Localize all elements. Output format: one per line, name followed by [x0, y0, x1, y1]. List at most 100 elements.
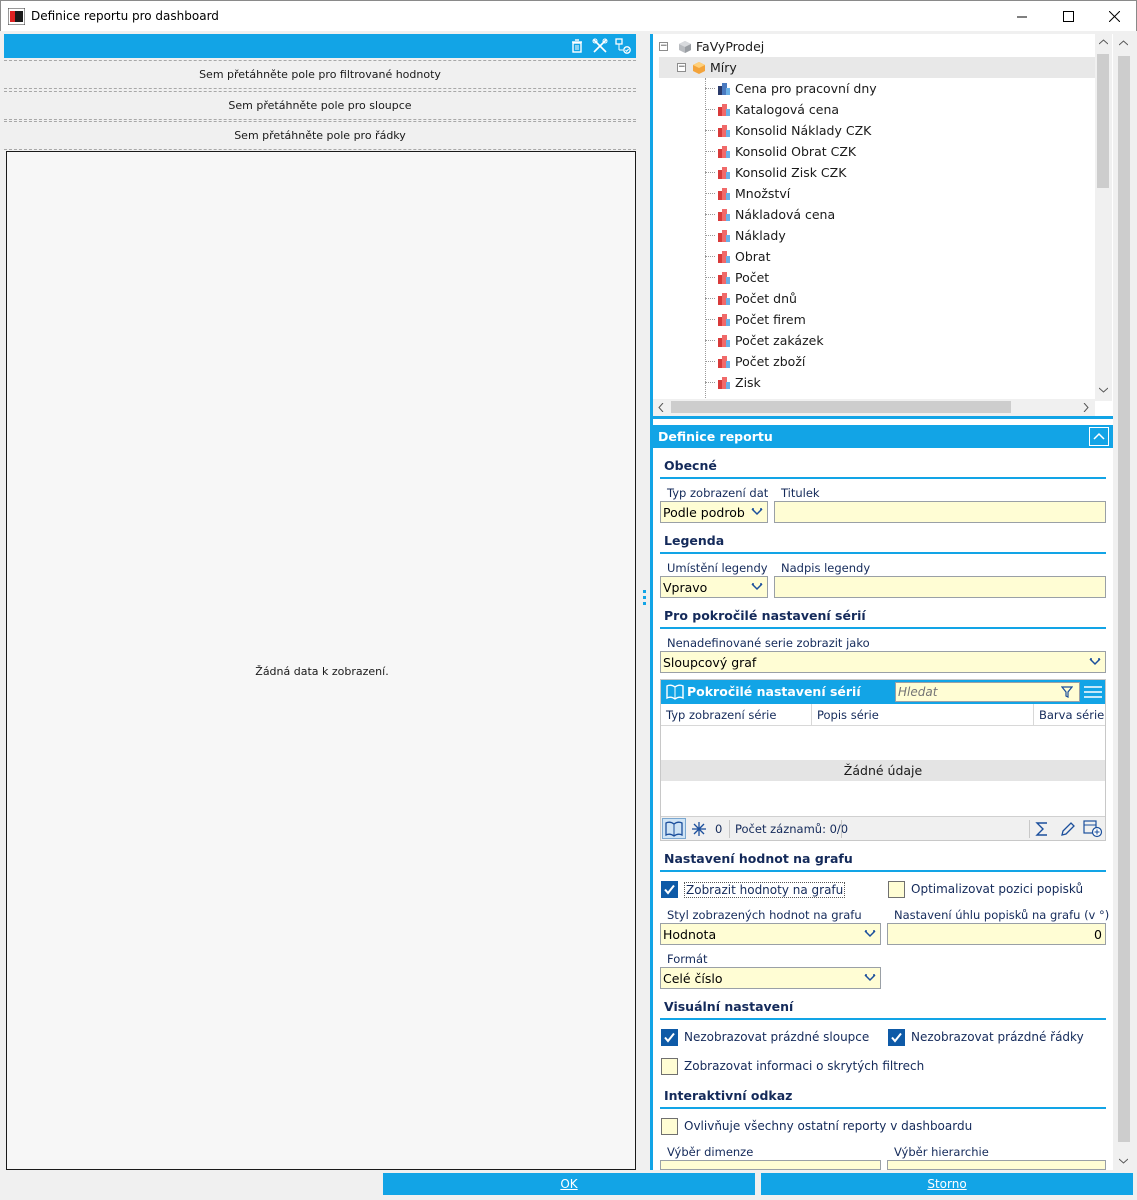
- tree-item-label: Cena pro pracovní dny: [735, 81, 877, 96]
- collapse-icon[interactable]: −: [677, 63, 686, 72]
- dropdown-icon: [864, 930, 876, 938]
- format-select[interactable]: Celé číslo: [660, 967, 881, 989]
- tree-hscroll-thumb[interactable]: [671, 401, 1011, 413]
- empty-message: Žádná data k zobrazení.: [255, 665, 389, 678]
- legend-caption-label: Nadpis legendy: [781, 561, 871, 575]
- menu-icon[interactable]: [1083, 684, 1103, 700]
- tree-root[interactable]: − FaVyProdej: [659, 36, 1099, 57]
- show-hidden-filters-label[interactable]: Zobrazovat informaci o skrytých filtrech: [684, 1059, 924, 1073]
- report-scroll-thumb[interactable]: [1118, 56, 1130, 1142]
- tree-item-label: Zisk: [735, 375, 761, 390]
- collapse-icon[interactable]: −: [659, 42, 668, 51]
- filter-icon[interactable]: [1061, 686, 1073, 698]
- series-grid-footer: 0 Počet záznamů: 0/0: [661, 816, 1105, 840]
- measure-icon: [718, 313, 730, 326]
- show-values-label[interactable]: Zobrazit hodnoty na grafu: [684, 882, 846, 898]
- hierarchy-select[interactable]: [887, 1160, 1106, 1170]
- minimize-button[interactable]: [999, 1, 1045, 32]
- show-hidden-filters-checkbox[interactable]: [661, 1058, 678, 1075]
- add-record-icon[interactable]: [1083, 820, 1103, 838]
- close-button[interactable]: [1091, 1, 1137, 32]
- scroll-down-icon[interactable]: [1119, 1158, 1128, 1164]
- display-type-select[interactable]: Podle podrob: [660, 501, 768, 523]
- optimize-labels-label[interactable]: Optimalizovat pozici popisků: [911, 882, 1083, 896]
- section-series-title: Pro pokročilé nastavení sérií: [664, 608, 866, 623]
- series-grid-title: Pokročilé nastavení sérií: [687, 684, 861, 699]
- tree-item[interactable]: Počet dnů: [705, 288, 797, 309]
- title-bar: Definice reportu pro dashboard: [0, 0, 1137, 31]
- tree-item[interactable]: Počet firem: [705, 309, 806, 330]
- series-search-input[interactable]: [895, 682, 1080, 702]
- affects-reports-checkbox[interactable]: [661, 1118, 678, 1135]
- scroll-left-icon[interactable]: [658, 403, 664, 412]
- hide-empty-columns-checkbox[interactable]: [661, 1029, 678, 1046]
- report-definition-header[interactable]: Definice reportu: [653, 425, 1113, 448]
- value-style-select[interactable]: Hodnota: [660, 923, 881, 945]
- calculated-measure-icon: [718, 82, 730, 95]
- tree-item[interactable]: Nákladová cena: [705, 204, 835, 225]
- freeze-icon[interactable]: [691, 821, 707, 837]
- report-panel-scrollbar[interactable]: [1113, 34, 1135, 1170]
- tree-item[interactable]: Konsolid Náklady CZK: [705, 120, 871, 141]
- sum-icon[interactable]: [1035, 821, 1049, 837]
- book-view-button[interactable]: [662, 818, 686, 839]
- tree-group-measures[interactable]: − Míry: [659, 57, 1095, 78]
- column-dropzone[interactable]: Sem přetáhněte pole pro sloupce: [4, 91, 636, 120]
- ok-button[interactable]: OK: [383, 1173, 755, 1195]
- tools-icon[interactable]: [592, 38, 608, 54]
- tree-scroll-thumb[interactable]: [1097, 54, 1109, 188]
- cancel-button[interactable]: Storno: [761, 1173, 1133, 1195]
- cube-icon: [679, 40, 691, 53]
- report-definition-title: Definice reportu: [658, 429, 773, 444]
- tree-item[interactable]: Počet: [705, 267, 769, 288]
- row-dropzone[interactable]: Sem přetáhněte pole pro řádky: [4, 121, 636, 150]
- column-header[interactable]: Typ zobrazení série: [666, 708, 776, 722]
- hide-empty-rows-checkbox[interactable]: [888, 1029, 905, 1046]
- minimize-icon: [1016, 16, 1027, 18]
- column-header[interactable]: Barva série: [1039, 708, 1104, 722]
- tree-item[interactable]: Konsolid Obrat CZK: [705, 141, 856, 162]
- panel-splitter[interactable]: [641, 34, 649, 1170]
- trash-icon[interactable]: [569, 38, 585, 54]
- tree-item[interactable]: Zisk: [705, 372, 761, 393]
- scroll-down-icon[interactable]: [1099, 387, 1108, 393]
- tree-item[interactable]: Počet zboží: [705, 351, 805, 372]
- tree-item[interactable]: Konsolid Zisk CZK: [705, 162, 846, 183]
- hide-empty-rows-label[interactable]: Nezobrazovat prázdné řádky: [911, 1030, 1084, 1044]
- measure-icon: [718, 208, 730, 221]
- series-grid-columns: Typ zobrazení série Popis série Barva sé…: [661, 704, 1105, 726]
- section-legend-title: Legenda: [664, 533, 725, 548]
- tree-vertical-scrollbar[interactable]: [1095, 34, 1112, 401]
- legend-position-select[interactable]: Vpravo: [660, 576, 768, 598]
- legend-caption-input[interactable]: [774, 576, 1106, 598]
- affects-reports-label[interactable]: Ovlivňuje všechny ostatní reporty v dash…: [684, 1119, 972, 1133]
- scroll-up-icon[interactable]: [1119, 40, 1128, 46]
- undefined-series-select[interactable]: Sloupcový graf: [660, 651, 1106, 673]
- freeze-count: 0: [715, 822, 723, 836]
- dimension-select[interactable]: [660, 1160, 881, 1170]
- show-values-checkbox[interactable]: [661, 881, 678, 898]
- tree-item[interactable]: Množství: [705, 183, 790, 204]
- series-grid-header: Pokročilé nastavení sérií: [661, 680, 1105, 704]
- titulek-input[interactable]: [774, 501, 1106, 523]
- field-list-icon[interactable]: [615, 38, 631, 54]
- optimize-labels-checkbox[interactable]: [888, 881, 905, 898]
- tree-item[interactable]: Cena pro pracovní dny: [705, 78, 877, 99]
- edit-icon[interactable]: [1060, 821, 1076, 837]
- scroll-up-icon[interactable]: [1099, 39, 1108, 45]
- tree-item[interactable]: Počet zakázek: [705, 330, 824, 351]
- tree-item[interactable]: Náklady: [705, 225, 786, 246]
- measure-icon: [718, 271, 730, 284]
- checkmark-icon: [891, 1032, 902, 1043]
- maximize-button[interactable]: [1045, 1, 1091, 32]
- collapse-panel-button[interactable]: [1089, 427, 1109, 446]
- label-angle-input[interactable]: 0: [887, 923, 1106, 945]
- hide-empty-columns-label[interactable]: Nezobrazovat prázdné sloupce: [684, 1030, 869, 1044]
- scroll-right-icon[interactable]: [1083, 403, 1089, 412]
- tree-item[interactable]: Obrat: [705, 246, 770, 267]
- filter-dropzone[interactable]: Sem přetáhněte pole pro filtrované hodno…: [4, 60, 636, 89]
- column-header[interactable]: Popis série: [817, 708, 879, 722]
- section-general-title: Obecné: [664, 458, 717, 473]
- tree-horizontal-scrollbar[interactable]: [653, 399, 1095, 416]
- tree-item[interactable]: Katalogová cena: [705, 99, 839, 120]
